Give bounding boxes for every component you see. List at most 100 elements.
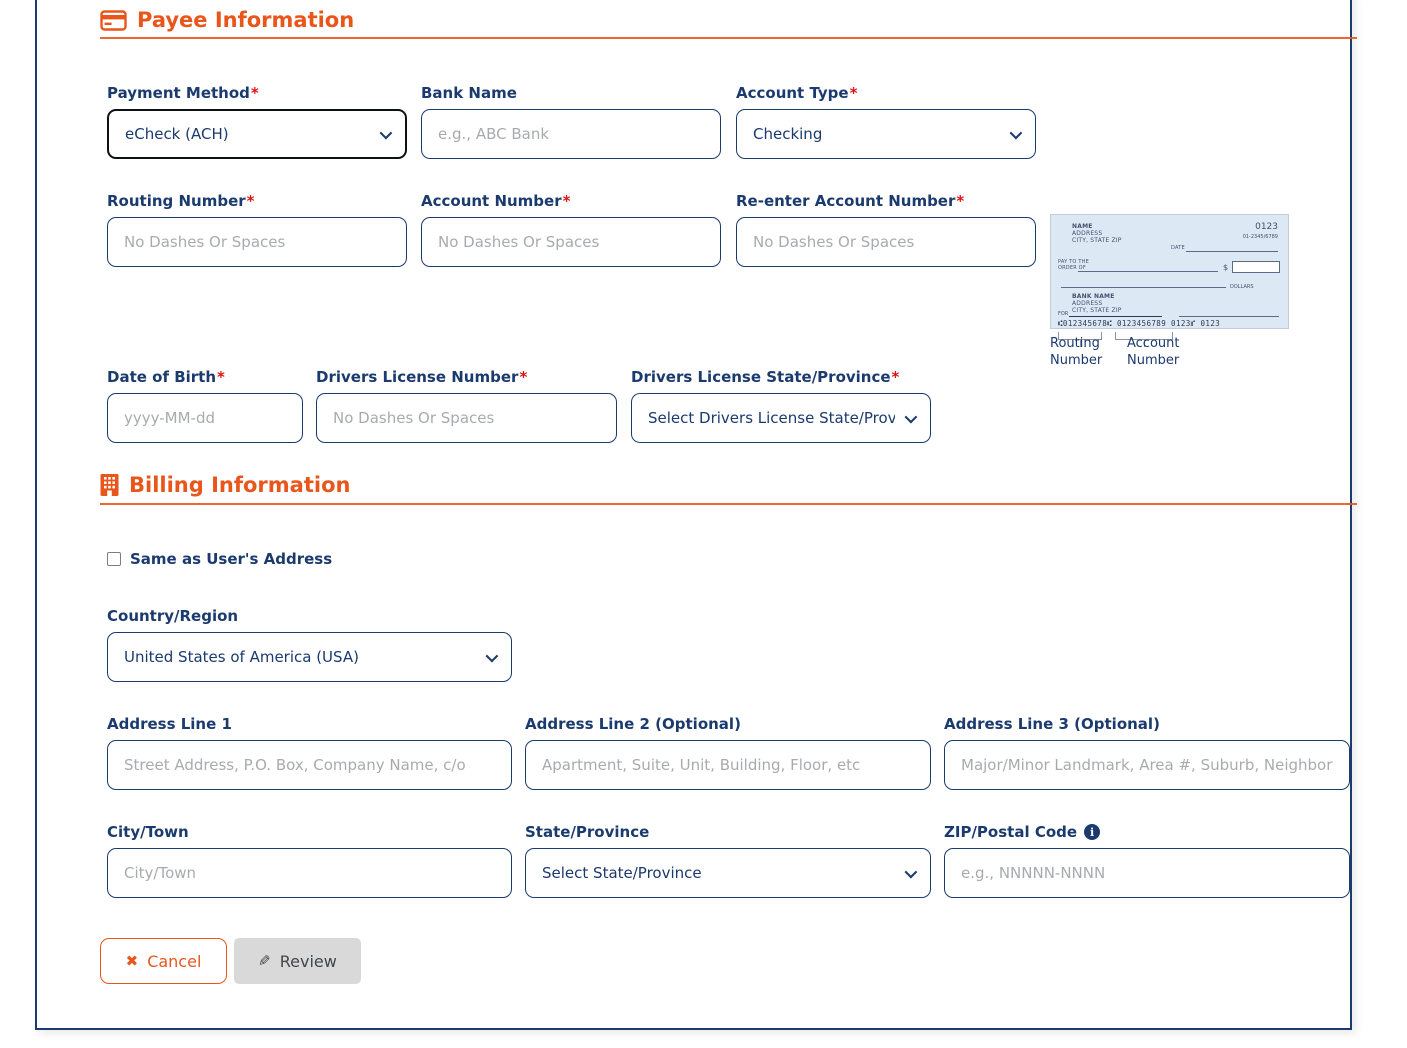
payment-method-label: Payment Method [107, 84, 250, 102]
payee-form-page: Payee Information Payment Method * eChec… [0, 0, 1407, 1048]
state-province-field: State/Province Select State/Province [525, 823, 931, 898]
account-number-input[interactable] [421, 217, 721, 267]
payee-section-header: Payee Information [100, 8, 354, 32]
address-line-1-label: Address Line 1 [107, 715, 232, 733]
billing-section-divider [100, 503, 1357, 505]
check-fraction: 01-2345/6789 [1243, 234, 1278, 240]
country-region-field: Country/Region United States of America … [107, 607, 512, 682]
drivers-license-state-select[interactable]: Select Drivers License State/Province [631, 393, 931, 443]
zip-postal-code-field: ZIP/Postal Code [944, 823, 1350, 898]
routing-number-caption: Routing Number [1050, 335, 1102, 369]
drivers-license-number-input[interactable] [316, 393, 617, 443]
same-as-user-address-row: Same as User's Address [107, 550, 332, 568]
account-type-value: Checking [753, 125, 1000, 143]
account-type-field: Account Type * Checking [736, 84, 1036, 159]
chevron-down-icon [1010, 126, 1023, 139]
chevron-down-icon [380, 126, 393, 139]
address-line-1-field: Address Line 1 [107, 715, 512, 790]
required-asterisk: * [956, 192, 964, 210]
city-town-label: City/Town [107, 823, 189, 841]
building-icon [100, 474, 119, 496]
required-asterisk: * [850, 84, 858, 102]
check-bank-city: CITY, STATE ZIP [1072, 307, 1122, 315]
country-region-label: Country/Region [107, 607, 238, 625]
routing-number-field: Routing Number * [107, 192, 407, 267]
bank-name-label: Bank Name [421, 84, 517, 102]
address-line-2-label: Address Line 2 (Optional) [525, 715, 741, 733]
drivers-license-state-label: Drivers License State/Province [631, 368, 891, 386]
country-region-select[interactable]: United States of America (USA) [107, 632, 512, 682]
zip-postal-code-input[interactable] [944, 848, 1350, 898]
state-province-value: Select State/Province [542, 864, 895, 882]
address-line-1-input[interactable] [107, 740, 512, 790]
account-type-select[interactable]: Checking [736, 109, 1036, 159]
check-micr-line: ⑆012345678⑆ 0123456789 0123⑈ 0123 [1058, 319, 1220, 328]
bank-name-field: Bank Name [421, 84, 721, 159]
account-type-label: Account Type [736, 84, 849, 102]
payment-method-field: Payment Method * eCheck (ACH) [107, 84, 407, 159]
check-signature-line [1179, 316, 1279, 317]
city-town-input[interactable] [107, 848, 512, 898]
payment-method-value: eCheck (ACH) [125, 125, 370, 143]
payment-method-select[interactable]: eCheck (ACH) [107, 109, 407, 159]
check-dollars-label: DOLLARS [1230, 284, 1254, 290]
required-asterisk: * [892, 368, 900, 386]
routing-caption-line1: Routing [1050, 335, 1102, 352]
country-region-value: United States of America (USA) [124, 648, 476, 666]
required-asterisk: * [247, 192, 255, 210]
reenter-account-number-label: Re-enter Account Number [736, 192, 955, 210]
payee-section-title: Payee Information [137, 8, 354, 32]
same-as-user-address-label: Same as User's Address [130, 550, 332, 568]
bank-name-input[interactable] [421, 109, 721, 159]
chevron-down-icon [486, 649, 499, 662]
required-asterisk: * [251, 84, 259, 102]
account-number-label: Account Number [421, 192, 562, 210]
review-button[interactable]: ✎ Review [234, 938, 361, 984]
billing-section-header: Billing Information [100, 473, 350, 497]
drivers-license-number-label: Drivers License Number [316, 368, 518, 386]
drivers-license-number-field: Drivers License Number * [316, 368, 617, 443]
routing-number-input[interactable] [107, 217, 407, 267]
payee-section-divider [100, 37, 1357, 39]
check-dollar-sign: $ [1223, 263, 1228, 272]
check-city-state-zip: CITY, STATE ZIP [1072, 237, 1122, 245]
account-number-caption: Account Number [1127, 335, 1180, 369]
check-date-line [1186, 251, 1278, 252]
date-of-birth-input[interactable] [107, 393, 303, 443]
drivers-license-state-field: Drivers License State/Province * Select … [631, 368, 931, 443]
required-asterisk: * [563, 192, 571, 210]
address-line-3-label: Address Line 3 (Optional) [944, 715, 1160, 733]
address-line-3-input[interactable] [944, 740, 1350, 790]
required-asterisk: * [519, 368, 527, 386]
review-button-label: Review [280, 952, 337, 971]
check-payee-line [1078, 271, 1218, 272]
check-date-label: DATE [1171, 245, 1185, 253]
cancel-button[interactable]: ✖ Cancel [100, 938, 227, 984]
drivers-license-state-value: Select Drivers License State/Province [648, 409, 895, 427]
sample-check-image: NAME ADDRESS CITY, STATE ZIP 0123 01-234… [1050, 214, 1289, 329]
state-province-select[interactable]: Select State/Province [525, 848, 931, 898]
city-town-field: City/Town [107, 823, 512, 898]
check-for-line [1069, 316, 1162, 317]
account-caption-line2: Number [1127, 352, 1180, 369]
reenter-account-number-input[interactable] [736, 217, 1036, 267]
address-line-2-field: Address Line 2 (Optional) [525, 715, 931, 790]
chevron-down-icon [905, 410, 918, 423]
reenter-account-number-field: Re-enter Account Number * [736, 192, 1036, 267]
chevron-down-icon [905, 865, 918, 878]
address-line-2-input[interactable] [525, 740, 931, 790]
same-as-user-address-checkbox[interactable] [107, 552, 121, 566]
check-dollars-line [1061, 287, 1226, 288]
info-icon[interactable] [1084, 824, 1100, 840]
cancel-button-label: Cancel [147, 952, 201, 971]
check-for-label: FOR [1058, 311, 1068, 317]
date-of-birth-field: Date of Birth * [107, 368, 303, 443]
address-line-3-field: Address Line 3 (Optional) [944, 715, 1350, 790]
state-province-label: State/Province [525, 823, 649, 841]
required-asterisk: * [217, 368, 225, 386]
account-caption-line1: Account [1127, 335, 1180, 352]
billing-section-title: Billing Information [129, 473, 350, 497]
form-card: Payee Information Payment Method * eChec… [35, 0, 1352, 1030]
check-number: 0123 [1255, 222, 1278, 232]
routing-number-label: Routing Number [107, 192, 246, 210]
